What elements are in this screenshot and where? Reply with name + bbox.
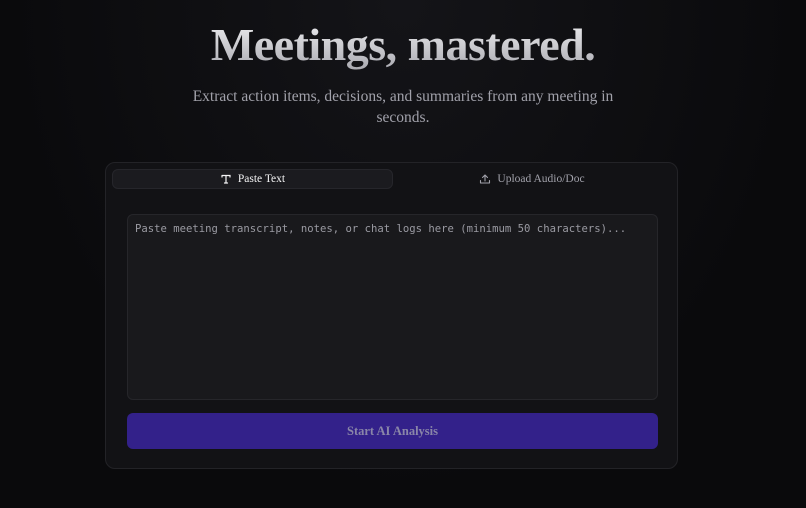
start-analysis-button[interactable]: Start AI Analysis: [127, 413, 658, 449]
tab-label: Upload Audio/Doc: [497, 173, 585, 185]
upload-icon: [479, 173, 491, 185]
analysis-card: Paste Text Upload Audio/Doc Start AI Ana…: [105, 162, 678, 469]
text-type-icon: [220, 173, 232, 185]
page-subtitle: Extract action items, decisions, and sum…: [192, 88, 614, 126]
transcript-input[interactable]: [127, 214, 658, 400]
tab-paste-text[interactable]: Paste Text: [112, 169, 393, 189]
tab-label: Paste Text: [237, 173, 286, 185]
page: Meetings, mastered. Extract action items…: [0, 0, 806, 508]
input-mode-tabs: Paste Text Upload Audio/Doc: [112, 169, 671, 189]
tab-upload-audio-doc[interactable]: Upload Audio/Doc: [393, 169, 671, 189]
page-title: Meetings, mastered.: [0, 18, 806, 71]
